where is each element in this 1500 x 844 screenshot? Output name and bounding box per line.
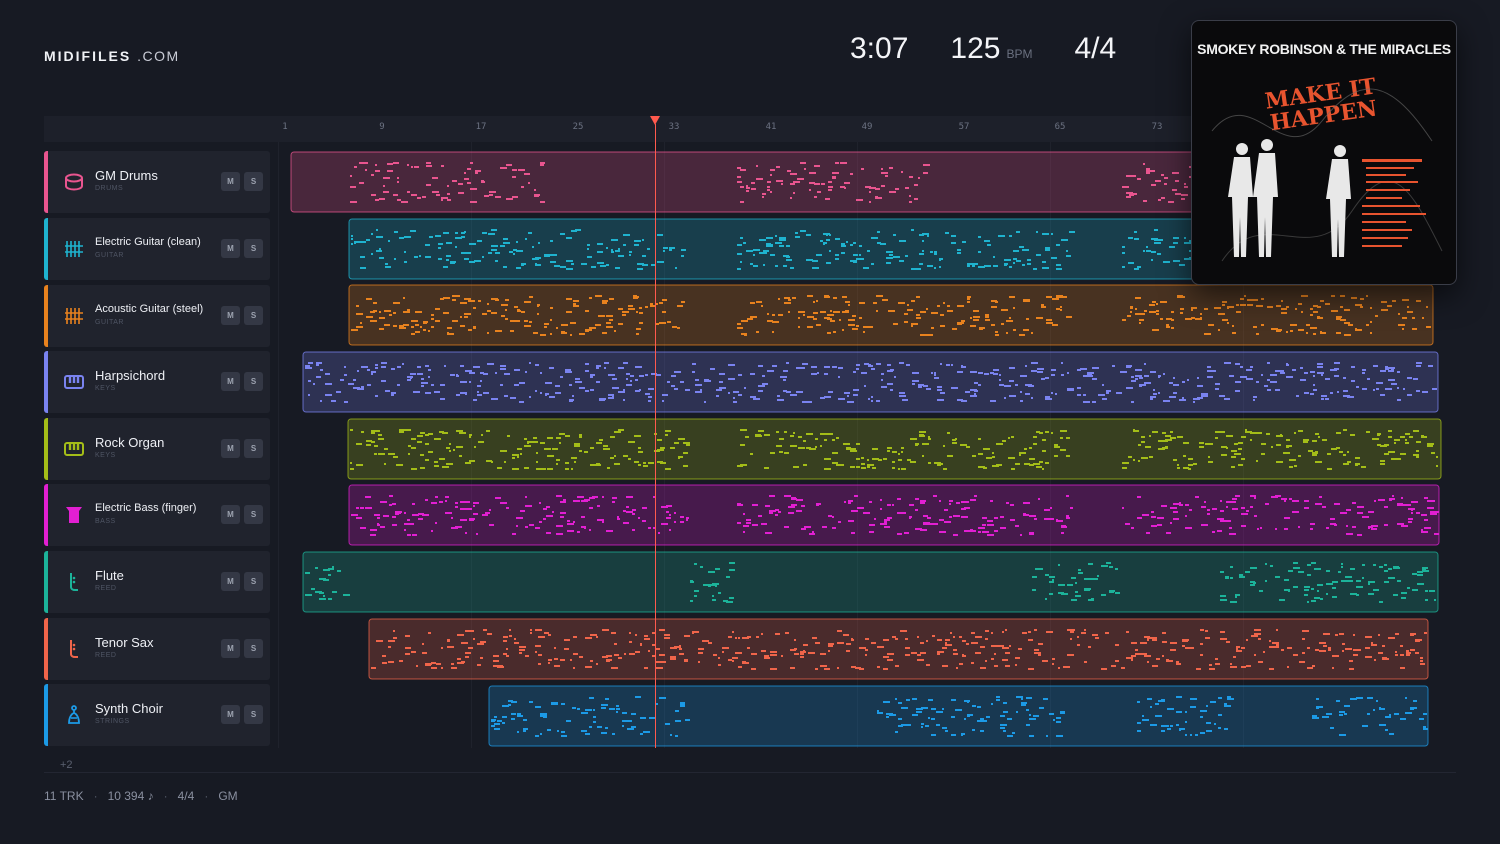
track-name: Tenor Sax (95, 635, 154, 650)
keyboard-icon (64, 442, 84, 456)
track-category: REED (95, 585, 117, 592)
track-header-electric-bass[interactable]: Electric Bass (finger) BASS M S (44, 484, 270, 546)
midi-clip[interactable] (302, 551, 1439, 613)
track-category: KEYS (95, 452, 116, 459)
track-category: STRINGS (95, 718, 130, 725)
solo-button[interactable]: S (244, 705, 263, 724)
midi-clip[interactable] (347, 418, 1442, 480)
track-category: DRUMS (95, 185, 124, 192)
track-category: BASS (95, 518, 116, 525)
track-category: GUITAR (95, 319, 124, 326)
mute-button[interactable]: M (221, 172, 240, 191)
grid-line (471, 142, 472, 748)
tempo-value: 125 (950, 32, 1001, 65)
ruler-tick: 73 (1151, 122, 1163, 132)
grid-line (857, 142, 858, 748)
ruler-tick: 33 (668, 122, 680, 132)
midi-clip[interactable] (348, 484, 1440, 546)
midi-clip[interactable] (488, 685, 1429, 747)
mute-button[interactable]: M (221, 306, 240, 325)
midi-clip[interactable] (368, 618, 1429, 680)
transport-stats: 3:07 125 BPM 4/4 (850, 32, 1116, 66)
track-category: REED (95, 652, 117, 659)
track-header-synth-choir[interactable]: Synth Choir STRINGS M S (44, 684, 270, 746)
ruler-tick: 49 (861, 122, 873, 132)
grid-line (1050, 142, 1051, 748)
mute-button[interactable]: M (221, 505, 240, 524)
grid-line (278, 142, 279, 748)
site-logo[interactable]: MIDIFILES .COM (44, 48, 180, 64)
separator: · (93, 789, 98, 803)
track-count: 11 TRK (44, 789, 84, 803)
logo-brand: MIDIFILES (44, 48, 132, 64)
ruler-tick: 17 (475, 122, 487, 132)
mute-button[interactable]: M (221, 572, 240, 591)
mute-button[interactable]: M (221, 639, 240, 658)
track-name: Flute (95, 568, 124, 583)
track-header-electric-guitar[interactable]: Electric Guitar (clean) GUITAR M S (44, 218, 270, 280)
track-name: Synth Choir (95, 701, 163, 716)
footer-divider (44, 772, 1456, 773)
album-cover: SMOKEY ROBINSON & THE MIRACLES MAKE IT H… (1191, 20, 1457, 285)
solo-button[interactable]: S (244, 372, 263, 391)
tempo-unit: BPM (1006, 47, 1033, 61)
grid-line (664, 142, 665, 748)
separator: · (163, 789, 168, 803)
album-artwork (1211, 88, 1443, 262)
ruler-tick: 1 (282, 122, 288, 132)
guitar-icon (65, 241, 83, 257)
ruler-tick: 57 (958, 122, 970, 132)
separator: · (204, 789, 209, 803)
mute-button[interactable]: M (221, 439, 240, 458)
track-category: GUITAR (95, 252, 124, 259)
mute-button[interactable]: M (221, 705, 240, 724)
track-header-drums[interactable]: GM Drums DRUMS M S (44, 151, 270, 213)
more-tracks-indicator[interactable]: +2 (60, 759, 73, 771)
solo-button[interactable]: S (244, 572, 263, 591)
guitar-icon (65, 308, 83, 324)
track-header-harpsichord[interactable]: Harpsichord KEYS M S (44, 351, 270, 413)
playhead[interactable] (655, 124, 656, 748)
ruler-tick: 65 (1054, 122, 1066, 132)
footer-time-signature: 4/4 (177, 789, 195, 803)
mute-button[interactable]: M (221, 239, 240, 258)
strings-icon (68, 705, 80, 724)
solo-button[interactable]: S (244, 306, 263, 325)
track-category: KEYS (95, 385, 116, 392)
reed-icon (70, 573, 78, 591)
midi-standard: GM (218, 789, 238, 803)
track-name: Electric Guitar (clean) (95, 236, 201, 248)
ruler-tick: 41 (765, 122, 777, 132)
mute-button[interactable]: M (221, 372, 240, 391)
midi-clip[interactable] (302, 351, 1439, 413)
track-header-flute[interactable]: Flute REED M S (44, 551, 270, 613)
ruler-tick: 25 (572, 122, 584, 132)
midi-clip[interactable] (348, 284, 1434, 346)
track-name: Rock Organ (95, 435, 165, 450)
note-count: 10 394 ♪ (107, 789, 154, 803)
duration-display: 3:07 (850, 32, 909, 65)
logo-tld: .COM (137, 48, 180, 64)
track-header-tenor-sax[interactable]: Tenor Sax REED M S (44, 618, 270, 680)
track-header-rock-organ[interactable]: Rock Organ KEYS M S (44, 418, 270, 480)
solo-button[interactable]: S (244, 172, 263, 191)
track-name: Electric Bass (finger) (95, 502, 197, 514)
solo-button[interactable]: S (244, 439, 263, 458)
track-header-acoustic-guitar[interactable]: Acoustic Guitar (steel) GUITAR M S (44, 285, 270, 347)
file-summary: 11 TRK · 10 394 ♪ · 4/4 · GM (44, 789, 238, 803)
track-name: Acoustic Guitar (steel) (95, 303, 204, 315)
reed-icon (70, 640, 78, 658)
keyboard-icon (64, 375, 84, 389)
solo-button[interactable]: S (244, 505, 263, 524)
ruler-tick: 9 (379, 122, 385, 132)
track-name: GM Drums (95, 168, 158, 183)
drum-icon (65, 173, 83, 191)
bass-icon (66, 507, 82, 523)
tempo-display: 125 BPM (950, 32, 1032, 66)
solo-button[interactable]: S (244, 639, 263, 658)
time-signature-display: 4/4 (1074, 32, 1117, 65)
solo-button[interactable]: S (244, 239, 263, 258)
track-name: Harpsichord (95, 368, 166, 383)
